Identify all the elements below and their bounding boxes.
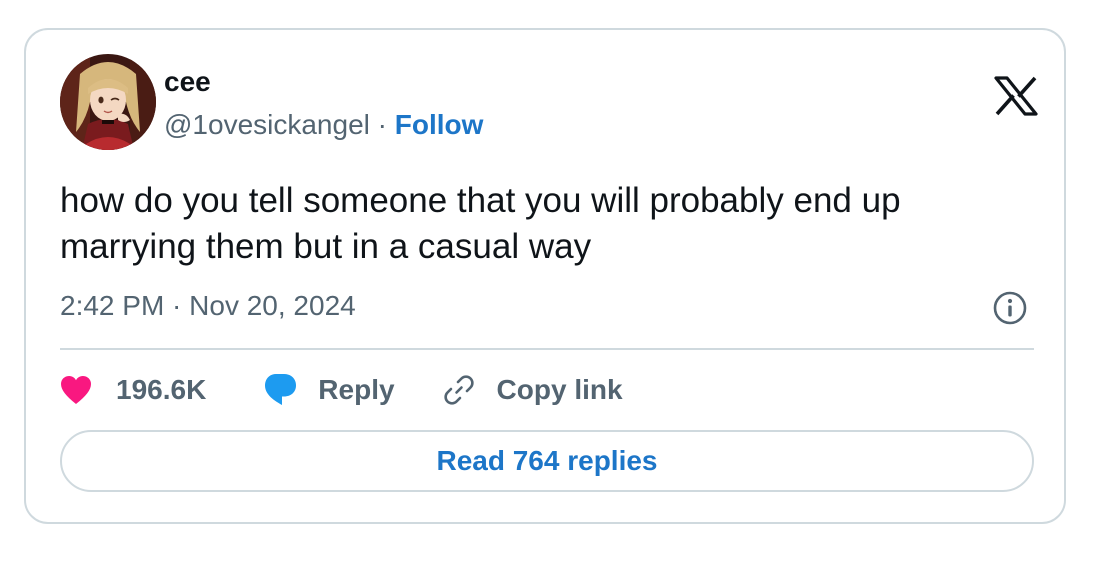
divider — [60, 348, 1034, 350]
author-handle[interactable]: @1ovesickangel — [164, 109, 370, 140]
info-icon[interactable] — [992, 290, 1028, 326]
heart-icon — [61, 376, 91, 404]
like-button[interactable]: 196.6K — [60, 374, 206, 406]
tweet-card: cee @1ovesickangel · Follow how do you t… — [24, 28, 1066, 524]
author-handle-line: @1ovesickangel · Follow — [164, 108, 483, 142]
copy-link-label: Copy link — [496, 374, 623, 405]
read-replies-button[interactable]: Read 764 replies — [60, 430, 1034, 492]
reply-button[interactable]: Reply — [262, 372, 395, 408]
link-icon — [443, 375, 474, 405]
tweet-text: how do you tell someone that you will pr… — [60, 181, 901, 266]
avatar-image — [60, 54, 156, 150]
author-name[interactable]: cee — [164, 66, 211, 98]
handle-separator: · — [377, 109, 387, 140]
reply-label: Reply — [318, 374, 395, 405]
follow-button[interactable]: Follow — [395, 109, 484, 140]
x-logo-icon[interactable] — [994, 76, 1038, 116]
avatar[interactable] — [60, 54, 156, 150]
copy-link-button[interactable]: Copy link — [441, 372, 623, 408]
like-count: 196.6K — [116, 374, 207, 405]
reply-bubble-icon — [265, 374, 297, 405]
tweet-timestamp[interactable]: 2:42 PM · Nov 20, 2024 — [60, 289, 356, 323]
action-bar: 196.6K Reply Copy link — [60, 366, 623, 414]
